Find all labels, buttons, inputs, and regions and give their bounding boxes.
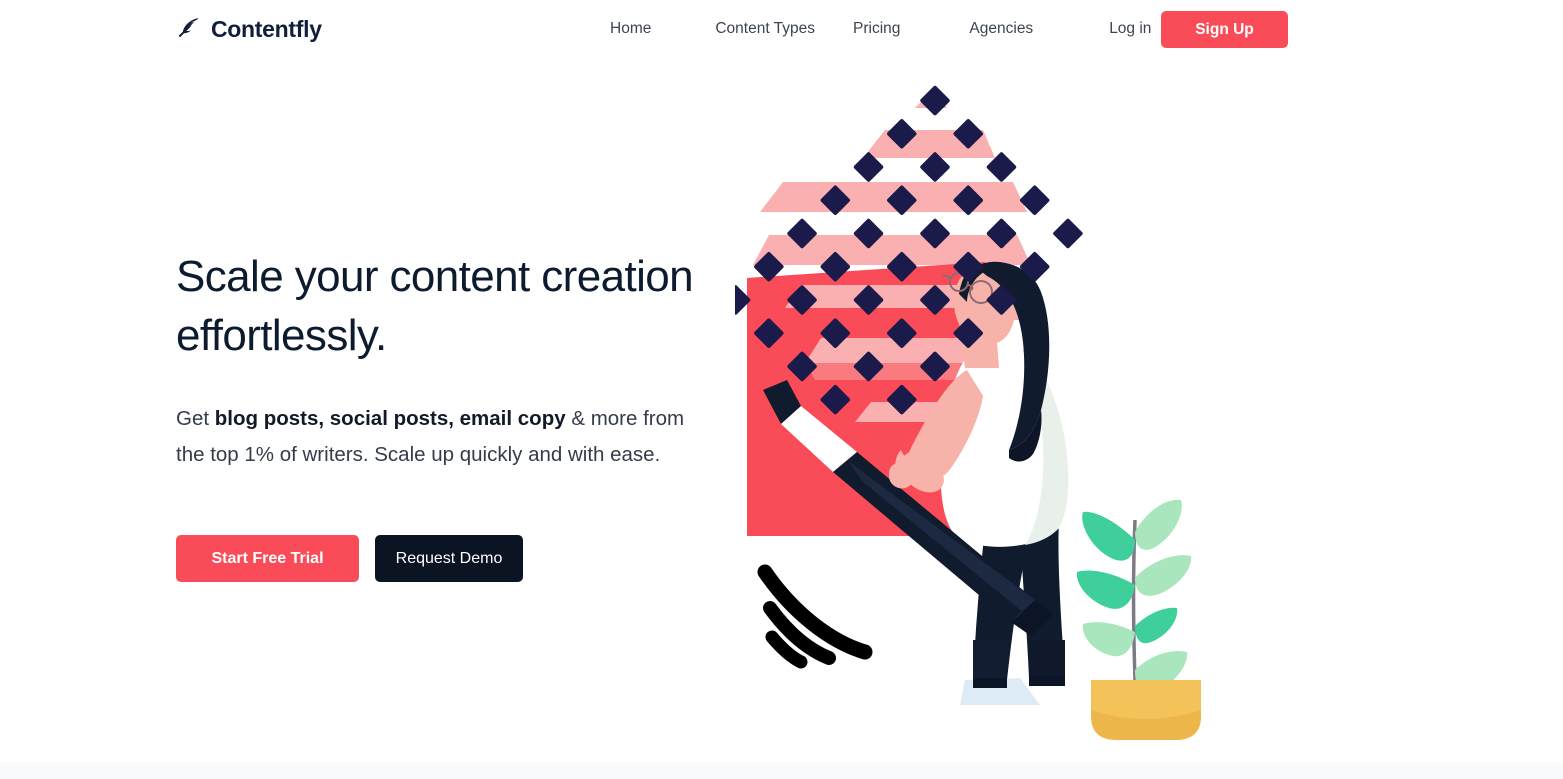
motion-lines: [757, 564, 873, 669]
hero-cta-row: Start Free Trial Request Demo: [176, 535, 523, 582]
top-navigation-bar: Contentfly Home Content Types Pricing Ag…: [0, 0, 1563, 60]
nav-item-home[interactable]: Home: [610, 20, 651, 38]
shoe-left: [973, 678, 1007, 688]
writer-with-giant-pencil-illustration: [735, 85, 1201, 740]
nav-item-log-in[interactable]: Log in: [1109, 20, 1151, 38]
hero-subheadline: Get blog posts, social posts, email copy…: [176, 401, 711, 473]
sign-up-button[interactable]: Sign Up: [1161, 11, 1288, 48]
shoe-right: [1029, 676, 1065, 686]
landing-page: Contentfly Home Content Types Pricing Ag…: [0, 0, 1563, 779]
next-section-band: [0, 762, 1563, 779]
hero-sub-lead: Get: [176, 407, 215, 430]
feather-icon: [178, 18, 199, 37]
hero-headline: Scale your content creation effortlessly…: [176, 252, 694, 360]
brand-name: Contentfly: [211, 15, 322, 42]
request-demo-button[interactable]: Request Demo: [375, 535, 523, 582]
potted-plant: [1076, 499, 1201, 740]
hero-sub-bold: blog posts, social posts, email copy: [214, 407, 566, 430]
nav-item-pricing[interactable]: Pricing: [853, 20, 900, 38]
hero-illustration: [735, 80, 1305, 745]
hero-text-block: Scale your content creation effortlessly…: [176, 247, 736, 473]
nav-item-content-types[interactable]: Content Types: [715, 20, 815, 38]
start-free-trial-button[interactable]: Start Free Trial: [176, 535, 359, 582]
nav-item-agencies[interactable]: Agencies: [969, 20, 1033, 38]
nav-links: Home Content Types Pricing Agencies Log …: [610, 20, 1151, 38]
brand-logo[interactable]: Contentfly: [176, 16, 322, 42]
